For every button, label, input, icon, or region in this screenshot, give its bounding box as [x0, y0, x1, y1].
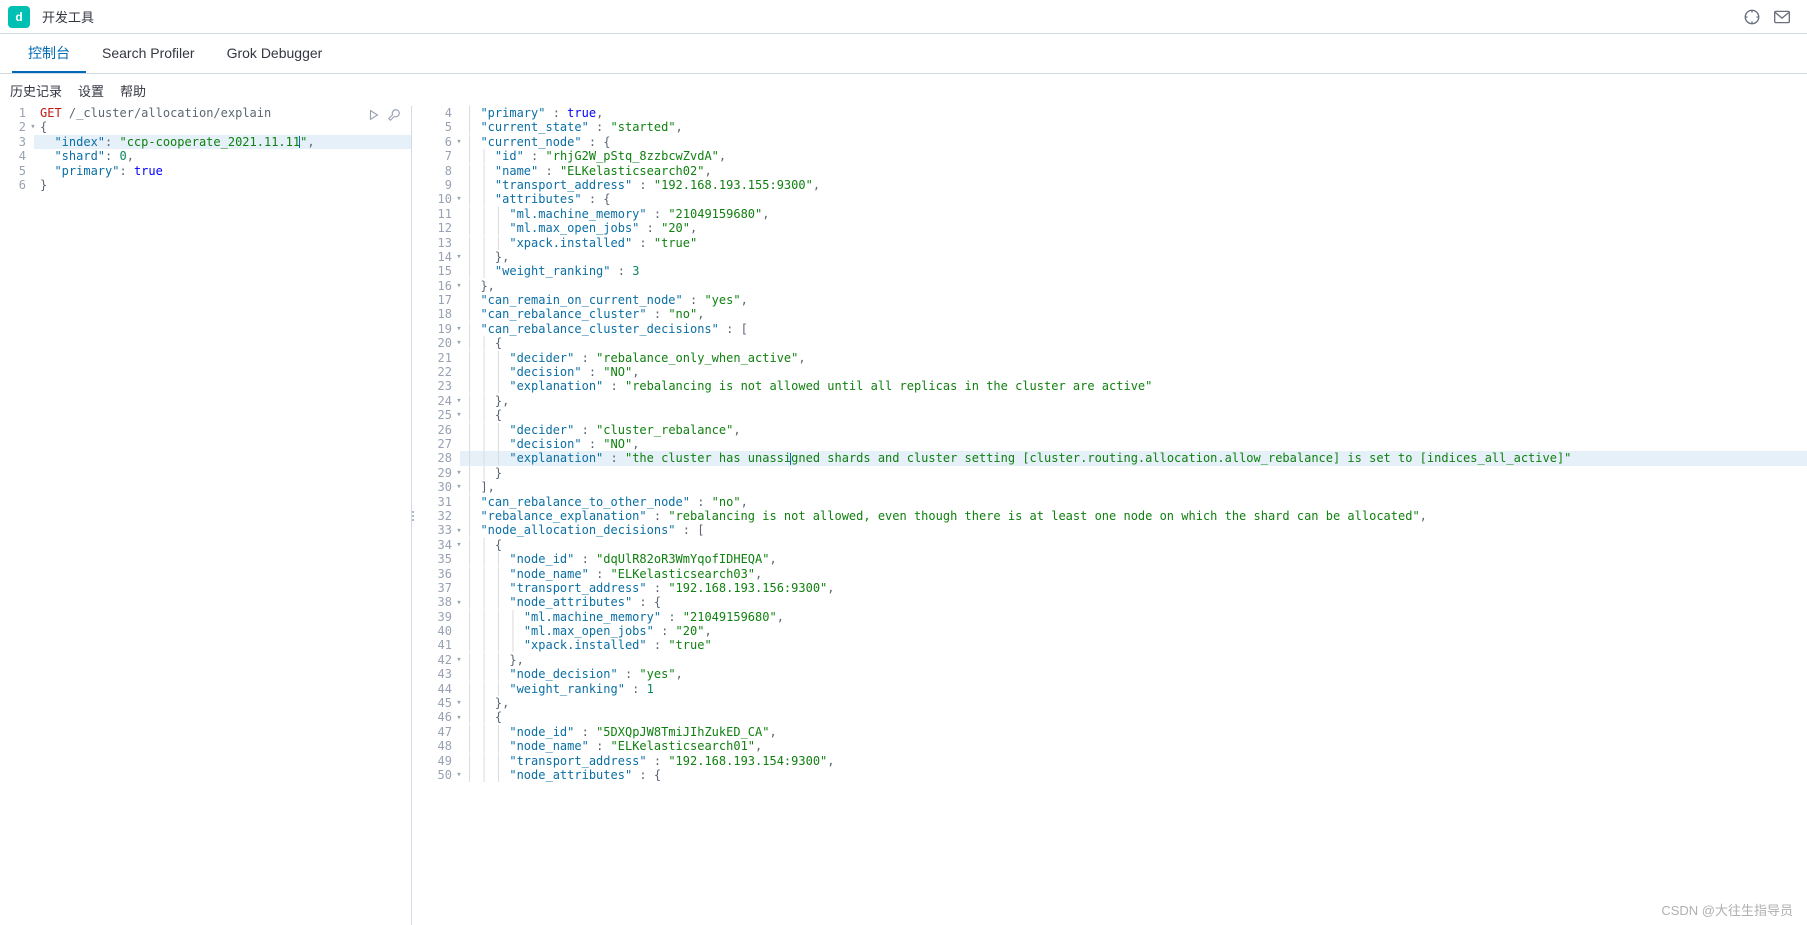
fold-toggle[interactable]: ▾	[454, 322, 464, 336]
fold-toggle[interactable]: ▾	[454, 768, 464, 782]
wrench-icon[interactable]	[387, 108, 401, 122]
response-line[interactable]: │ │ }	[460, 466, 1807, 480]
app-icon: d	[8, 6, 30, 28]
fold-toggle[interactable]: ▾	[454, 480, 464, 494]
response-line[interactable]: │ "node_allocation_decisions" : [	[460, 523, 1807, 537]
fold-toggle[interactable]: ▾	[454, 653, 464, 667]
response-line[interactable]: │ │ {	[460, 408, 1807, 422]
response-line[interactable]: │ ],	[460, 480, 1807, 494]
response-line[interactable]: │ "can_rebalance_cluster" : "no",	[460, 307, 1807, 321]
fold-toggle[interactable]: ▾	[454, 279, 464, 293]
fold-toggle[interactable]: ▾	[454, 524, 464, 538]
response-line[interactable]: │ │ "name" : "ELKelasticsearch02",	[460, 164, 1807, 178]
response-line[interactable]: │ │ {	[460, 336, 1807, 350]
response-line[interactable]: │ │ │ "node_name" : "ELKelasticsearch03"…	[460, 567, 1807, 581]
response-line[interactable]: │ │ "attributes" : {	[460, 192, 1807, 206]
response-line[interactable]: │ │ │ "ml.max_open_jobs" : "20",	[460, 221, 1807, 235]
response-line[interactable]: │ │ │ "decision" : "NO",	[460, 437, 1807, 451]
response-line[interactable]: │ │ │ │ "ml.max_open_jobs" : "20",	[460, 624, 1807, 638]
request-editor[interactable]: 123456 GET /_cluster/allocation/explain{…	[0, 106, 412, 925]
response-line[interactable]: │ │ │ "transport_address" : "192.168.193…	[460, 581, 1807, 595]
fold-toggle[interactable]: ▾	[454, 135, 464, 149]
fold-toggle[interactable]: ▾	[454, 696, 464, 710]
response-line[interactable]: │ │ },	[460, 696, 1807, 710]
fold-toggle[interactable]: ▾	[454, 596, 464, 610]
header-title: 开发工具	[42, 7, 94, 26]
menu-help[interactable]: 帮助	[120, 81, 146, 100]
response-line[interactable]: │ │ │ "decision" : "NO",	[460, 365, 1807, 379]
fold-toggle[interactable]: ▾	[454, 466, 464, 480]
tab-grok-debugger[interactable]: Grok Debugger	[211, 34, 339, 73]
response-line[interactable]: │ │ │ "ml.machine_memory" : "21049159680…	[460, 207, 1807, 221]
response-line[interactable]: │ │ │ "xpack.installed" : "true"	[460, 236, 1807, 250]
response-line[interactable]: │ │ {	[460, 710, 1807, 724]
response-line[interactable]: │ │ },	[460, 250, 1807, 264]
response-line[interactable]: │ │ "transport_address" : "192.168.193.1…	[460, 178, 1807, 192]
panel-resizer[interactable]	[410, 511, 416, 521]
response-line[interactable]: │ │ │ "explanation" : "rebalancing is no…	[460, 379, 1807, 393]
response-line[interactable]: │ │ │ "transport_address" : "192.168.193…	[460, 754, 1807, 768]
response-line[interactable]: │ │ │ "node_attributes" : {	[460, 768, 1807, 782]
response-line[interactable]: │ │ "weight_ranking" : 3	[460, 264, 1807, 278]
fold-toggle[interactable]: ▾	[454, 394, 464, 408]
console-menubar: 历史记录 设置 帮助	[0, 74, 1807, 106]
response-line[interactable]: │ },	[460, 279, 1807, 293]
response-line[interactable]: │ │ │ "decider" : "cluster_rebalance",	[460, 423, 1807, 437]
response-line[interactable]: │ │ │ "node_id" : "5DXQpJW8TmiJIhZukED_C…	[460, 725, 1807, 739]
inspect-icon[interactable]	[1743, 8, 1761, 26]
response-line[interactable]: │ │ │ "node_name" : "ELKelasticsearch01"…	[460, 739, 1807, 753]
response-line[interactable]: │ │ │ │ "ml.machine_memory" : "210491596…	[460, 610, 1807, 624]
response-line[interactable]: │ │ │ "decider" : "rebalance_only_when_a…	[460, 351, 1807, 365]
response-line[interactable]: │ "current_node" : {	[460, 135, 1807, 149]
menu-history[interactable]: 历史记录	[10, 81, 62, 100]
request-line[interactable]: "shard": 0,	[34, 149, 411, 163]
response-line[interactable]: │ │ │ "explanation" : "the cluster has u…	[460, 451, 1807, 465]
watermark: CSDN @大往生指导员	[1661, 900, 1793, 919]
response-line[interactable]: │ │ },	[460, 394, 1807, 408]
response-line[interactable]: │ │ │ "node_decision" : "yes",	[460, 667, 1807, 681]
response-line[interactable]: │ "current_state" : "started",	[460, 120, 1807, 134]
mail-icon[interactable]	[1773, 8, 1791, 26]
send-request-icon[interactable]	[367, 108, 381, 122]
response-line[interactable]: │ "primary" : true,	[460, 106, 1807, 120]
fold-toggle[interactable]: ▾	[454, 192, 464, 206]
request-line[interactable]: GET /_cluster/allocation/explain	[34, 106, 411, 120]
header-bar: d 开发工具	[0, 0, 1807, 34]
fold-toggle[interactable]: ▾	[454, 336, 464, 350]
response-viewer[interactable]: 4567891011121314151617181920212223242526…	[412, 106, 1807, 925]
response-line[interactable]: │ │ │ "node_attributes" : {	[460, 595, 1807, 609]
response-line[interactable]: │ │ │ "weight_ranking" : 1	[460, 682, 1807, 696]
response-line[interactable]: │ "rebalance_explanation" : "rebalancing…	[460, 509, 1807, 523]
request-line[interactable]: "index": "ccp-cooperate_2021.11.11",	[34, 135, 411, 149]
response-line[interactable]: │ │ "id" : "rhjG2W_pStq_8zzbcwZvdA",	[460, 149, 1807, 163]
fold-toggle[interactable]: ▾	[454, 538, 464, 552]
response-line[interactable]: │ "can_rebalance_to_other_node" : "no",	[460, 495, 1807, 509]
request-line[interactable]: {	[34, 120, 411, 134]
request-line[interactable]: }	[34, 178, 411, 192]
response-line[interactable]: │ │ {	[460, 538, 1807, 552]
menu-settings[interactable]: 设置	[78, 81, 104, 100]
tabs-bar: 控制台 Search Profiler Grok Debugger	[0, 34, 1807, 74]
tab-search-profiler[interactable]: Search Profiler	[86, 34, 211, 73]
request-line[interactable]: "primary": true	[34, 164, 411, 178]
response-line[interactable]: │ "can_rebalance_cluster_decisions" : [	[460, 322, 1807, 336]
response-line[interactable]: │ "can_remain_on_current_node" : "yes",	[460, 293, 1807, 307]
response-line[interactable]: │ │ │ "node_id" : "dqUlR82oR3WmYqofIDHEQ…	[460, 552, 1807, 566]
response-line[interactable]: │ │ │ │ "xpack.installed" : "true"	[460, 638, 1807, 652]
fold-toggle[interactable]: ▾	[454, 408, 464, 422]
response-line[interactable]: │ │ │ },	[460, 653, 1807, 667]
fold-toggle[interactable]: ▾	[454, 250, 464, 264]
fold-toggle[interactable]: ▾	[454, 711, 464, 725]
tab-console[interactable]: 控制台	[12, 34, 86, 73]
fold-toggle[interactable]: ▾	[28, 120, 38, 134]
